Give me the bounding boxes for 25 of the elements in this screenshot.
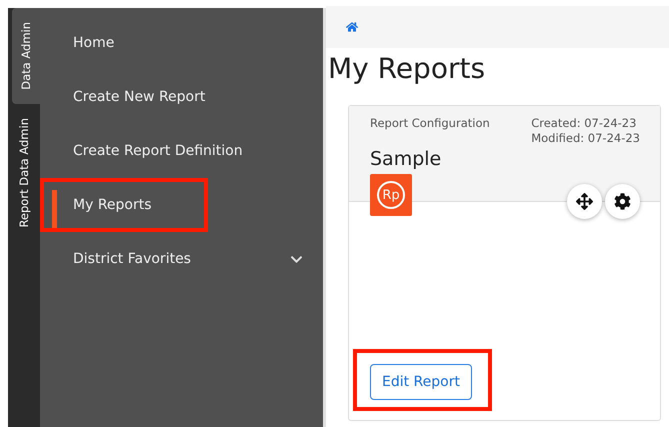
menu-item[interactable]: Create New Report xyxy=(40,70,323,124)
side-tab[interactable]: Data Admin xyxy=(12,8,40,104)
logo-text: Rp xyxy=(377,181,405,209)
menu-item-label: My Reports xyxy=(73,197,153,213)
settings-icon xyxy=(614,193,631,210)
move-button[interactable] xyxy=(567,184,602,219)
menu-item[interactable]: My Reports xyxy=(40,178,323,232)
menu-item[interactable]: Create Report Definition xyxy=(40,124,323,178)
menu-item[interactable]: District Favorites xyxy=(40,232,323,286)
home-icon[interactable] xyxy=(346,21,358,33)
menu-item[interactable]: Home xyxy=(40,16,323,70)
edit-report-button[interactable]: Edit Report xyxy=(370,364,472,400)
side-tab[interactable]: Report Data Admin xyxy=(8,104,40,242)
settings-button[interactable] xyxy=(605,184,640,219)
menu-item-label: Create Report Definition xyxy=(73,143,244,159)
report-name: Sample xyxy=(370,148,442,170)
page-title: My Reports xyxy=(328,52,486,85)
move-icon xyxy=(576,193,593,210)
report-category: Report Configuration xyxy=(370,116,490,132)
selection-bar xyxy=(52,190,57,230)
modified-date: Modified: 07-24-23 xyxy=(531,131,640,146)
menu-item-label: District Favorites xyxy=(73,251,192,267)
created-date: Created: 07-24-23 xyxy=(531,116,638,131)
menu-item-label: Create New Report xyxy=(73,89,206,105)
menu-item-label: Home xyxy=(73,35,116,51)
